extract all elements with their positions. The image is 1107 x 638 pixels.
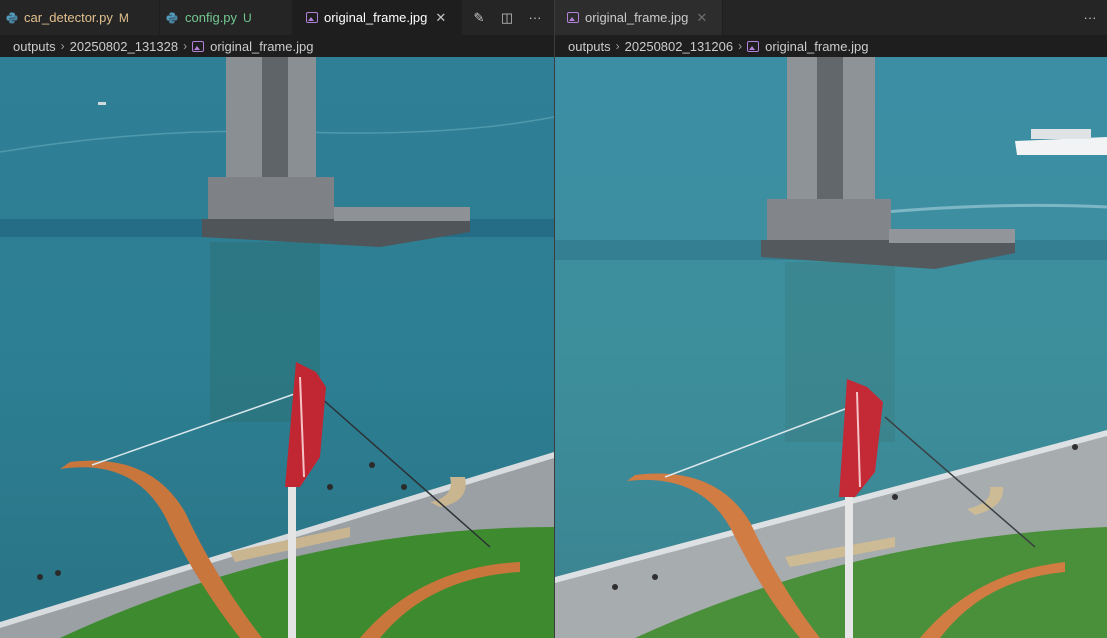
image-preview[interactable] xyxy=(555,57,1107,638)
breadcrumb-item-folder[interactable]: 20250802_131328 xyxy=(70,39,178,54)
tab-config[interactable]: config.py U xyxy=(160,0,293,35)
tab-label: config.py xyxy=(185,10,238,25)
breadcrumb: outputs › 20250802_131206 › original_fra… xyxy=(555,35,1107,57)
image-file-icon xyxy=(306,12,318,23)
breadcrumb-item-outputs[interactable]: outputs xyxy=(568,39,611,54)
chevron-right-icon: › xyxy=(183,39,188,53)
editor-actions: ··· xyxy=(1073,0,1101,35)
image-preview[interactable] xyxy=(0,57,554,638)
python-file-icon xyxy=(166,12,178,24)
more-actions-icon[interactable]: ··· xyxy=(524,7,546,29)
tab-label: car_detector.py xyxy=(24,10,113,25)
chevron-right-icon: › xyxy=(60,39,65,53)
breadcrumb: outputs › 20250802_131328 › original_fra… xyxy=(0,35,554,57)
image-file-icon xyxy=(192,40,205,52)
open-changes-icon[interactable]: ✎ xyxy=(468,7,490,29)
left-editor-group: car_detector.py M config.py U original_f… xyxy=(0,0,554,638)
image-file-icon xyxy=(747,40,760,52)
tab-original-frame[interactable]: original_frame.jpg ✕ xyxy=(555,0,723,35)
right-tab-bar: original_frame.jpg ✕ ··· xyxy=(555,0,1107,35)
modified-badge: M xyxy=(118,10,129,25)
untracked-badge: U xyxy=(243,10,252,25)
left-tab-bar: car_detector.py M config.py U original_f… xyxy=(0,0,554,35)
tab-car-detector[interactable]: car_detector.py M xyxy=(0,0,160,35)
breadcrumb-item-folder[interactable]: 20250802_131206 xyxy=(625,39,733,54)
tab-label: original_frame.jpg xyxy=(585,10,689,25)
chevron-right-icon: › xyxy=(738,39,743,53)
chevron-right-icon: › xyxy=(615,39,620,53)
close-icon[interactable]: ✕ xyxy=(435,10,446,26)
photo-bay-bridge-cupids-span xyxy=(0,57,554,638)
split-editor-icon[interactable]: ◫ xyxy=(496,7,518,29)
close-icon[interactable]: ✕ xyxy=(696,10,707,26)
breadcrumb-item-file[interactable]: original_frame.jpg xyxy=(765,39,868,54)
breadcrumb-item-file[interactable]: original_frame.jpg xyxy=(210,39,313,54)
more-actions-icon[interactable]: ··· xyxy=(1079,7,1101,29)
right-editor-group: original_frame.jpg ✕ ··· outputs › 20250… xyxy=(555,0,1107,638)
image-file-icon xyxy=(567,12,579,23)
python-file-icon xyxy=(6,12,18,24)
tab-original-frame-active[interactable]: original_frame.jpg ✕ xyxy=(293,0,462,35)
breadcrumb-item-outputs[interactable]: outputs xyxy=(13,39,56,54)
tab-label: original_frame.jpg xyxy=(324,10,428,25)
photo-bay-bridge-cupids-span-blurred xyxy=(555,57,1107,638)
editor-actions: ✎ ◫ ··· xyxy=(462,0,546,35)
